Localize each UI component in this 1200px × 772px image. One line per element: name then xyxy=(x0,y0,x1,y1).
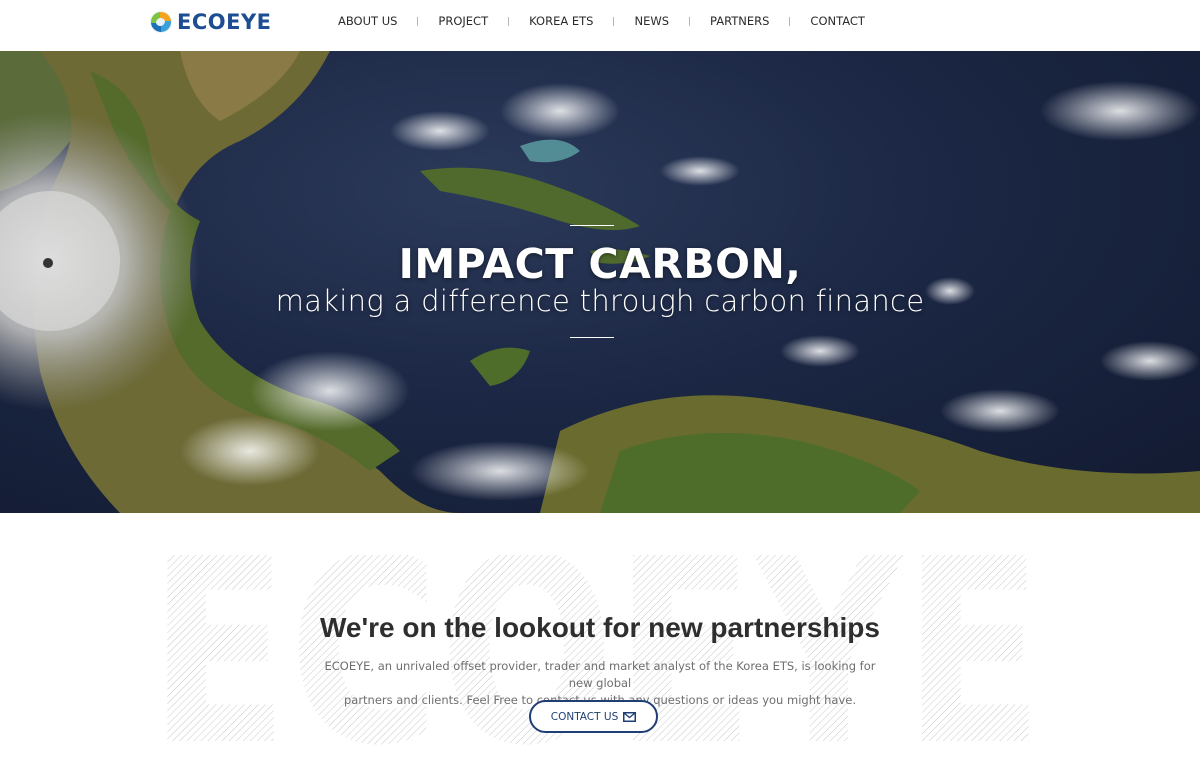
nav-korea-ets[interactable]: KOREA ETS xyxy=(509,14,613,28)
hero-subtitle: making a difference through carbon finan… xyxy=(275,284,925,318)
logo[interactable]: ECOEYE xyxy=(148,8,272,36)
hero-title: IMPACT CARBON, xyxy=(398,240,802,288)
contact-us-button-label: CONTACT US xyxy=(550,710,619,723)
contact-us-button[interactable]: CONTACT US xyxy=(529,700,658,733)
nav-contact[interactable]: CONTACT xyxy=(790,14,885,28)
hero-divider-bottom xyxy=(570,337,614,338)
nav-partners[interactable]: PARTNERS xyxy=(690,14,789,28)
logo-globe-icon xyxy=(150,11,172,33)
hero-banner: IMPACT CARBON, making a difference throu… xyxy=(0,51,1200,513)
mail-icon xyxy=(623,711,637,722)
hero-divider-top xyxy=(570,225,614,226)
nav-project[interactable]: PROJECT xyxy=(418,14,508,28)
nav-news[interactable]: NEWS xyxy=(614,14,689,28)
nav-about-us[interactable]: ABOUT US xyxy=(318,14,417,28)
partnership-description-line-1: ECOEYE, an unrivaled offset provider, tr… xyxy=(324,659,876,690)
main-nav: ABOUT US PROJECT KOREA ETS NEWS PARTNERS… xyxy=(318,0,885,42)
partnership-heading: We're on the lookout for new partnership… xyxy=(320,612,880,643)
logo-text: ECOEYE xyxy=(177,10,272,34)
partnership-section: ECOEYE We're on the lookout for new part… xyxy=(0,513,1200,772)
site-header: ECOEYE ABOUT US PROJECT KOREA ETS NEWS P… xyxy=(0,0,1200,51)
